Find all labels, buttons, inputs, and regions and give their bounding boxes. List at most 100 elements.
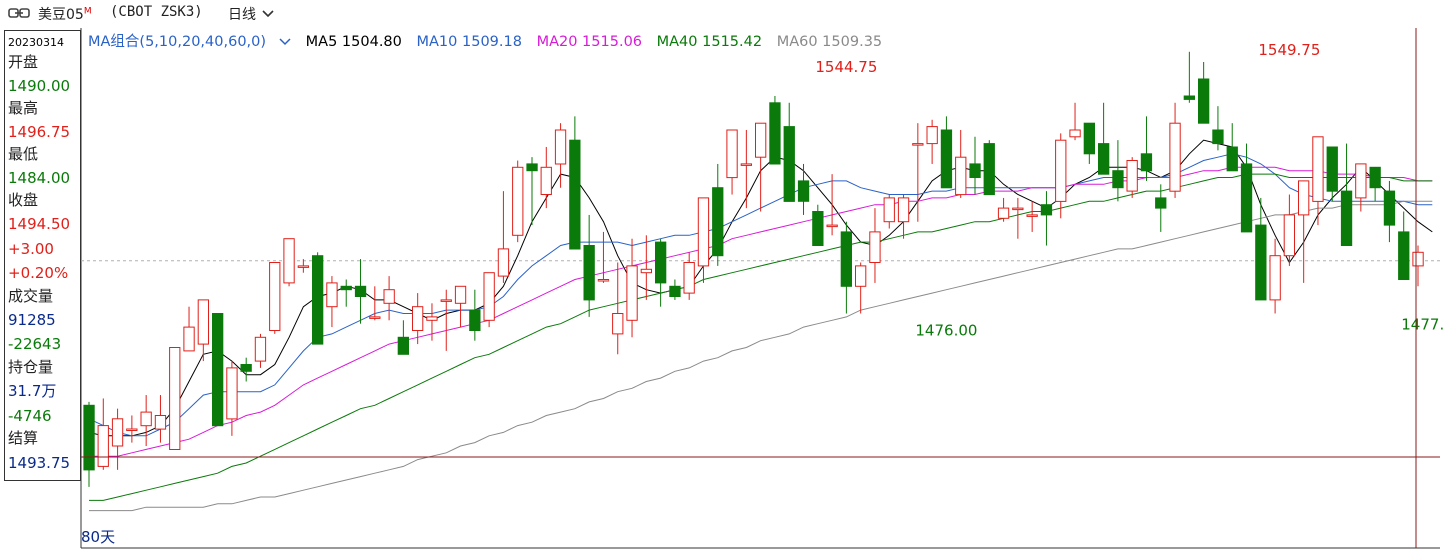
candle-body (540, 166, 552, 196)
candle-body (1340, 190, 1353, 247)
candle-body (583, 245, 595, 301)
candle-body (855, 265, 867, 287)
candle-body (740, 163, 753, 166)
candle-body (912, 143, 924, 146)
candle-body (955, 156, 967, 196)
candle-body (283, 238, 295, 284)
candle-body (1126, 160, 1138, 192)
candle-body (440, 299, 452, 302)
candle-body (1040, 204, 1053, 216)
candle-body (469, 309, 481, 332)
candle-body (726, 129, 738, 179)
candle-body (240, 364, 252, 372)
candle-body (97, 425, 109, 467)
candle-body (655, 241, 667, 284)
candle-body (1183, 95, 1195, 100)
candle-body (797, 180, 810, 202)
candle-body (926, 126, 938, 145)
candle-body (183, 326, 195, 352)
candle-body (1198, 78, 1210, 124)
candle-body (197, 299, 209, 345)
candle-body (1255, 224, 1267, 301)
candle-body (1055, 139, 1067, 202)
candle-body (683, 262, 695, 294)
candle-body (497, 248, 510, 277)
candle-body (569, 139, 581, 250)
candle-body (1155, 197, 1167, 209)
candle-body (769, 102, 781, 165)
price-annotation: 1544.75 (815, 58, 877, 76)
candle-body (597, 279, 610, 282)
candle-body (212, 313, 224, 427)
candle-body (1069, 129, 1081, 138)
candle-body (969, 163, 981, 178)
candle-body (1212, 129, 1224, 145)
candle-body (840, 231, 853, 287)
candle-body (1398, 231, 1410, 280)
candle-body (154, 415, 167, 430)
candle-body (369, 316, 381, 319)
candle-body (111, 418, 124, 447)
candle-body (1383, 190, 1396, 226)
ma-line-ma40 (89, 173, 1433, 501)
candle-body (426, 316, 438, 321)
candle-body (755, 122, 767, 158)
candle-body (1226, 146, 1238, 172)
candle-body (1355, 163, 1367, 199)
candle-body (1083, 122, 1095, 155)
candle-body (340, 285, 352, 291)
candle-body (169, 347, 181, 450)
candle-body (554, 129, 567, 165)
candle-body (1269, 255, 1281, 301)
days-label: 80天 (81, 528, 116, 546)
candle-body (983, 143, 995, 196)
candle-body (640, 268, 653, 274)
candle-body (226, 367, 238, 420)
candle-body (397, 336, 410, 355)
candle-body (669, 285, 681, 297)
candle-body (83, 404, 95, 471)
candle-body (512, 166, 524, 236)
candle-body (1012, 207, 1024, 211)
candle-body (1112, 170, 1124, 189)
candle-body (1240, 163, 1253, 233)
candle-body (826, 224, 838, 228)
candle-body (1026, 214, 1038, 217)
candle-body (1326, 146, 1338, 192)
candle-body (312, 255, 324, 345)
candle-body (483, 272, 495, 321)
candle-body (326, 282, 338, 308)
price-annotation: 1477.75 (1401, 316, 1444, 334)
candle-body (126, 428, 138, 431)
candle-body (526, 163, 538, 172)
candle-body (1312, 136, 1324, 202)
candle-body (254, 336, 267, 362)
candle-body (812, 211, 824, 246)
candle-body (1298, 180, 1310, 216)
candle-body (140, 411, 152, 427)
price-annotation: 1476.00 (915, 322, 977, 340)
candle-body (354, 285, 367, 297)
candle-body (269, 262, 281, 331)
candle-body (940, 129, 953, 189)
candlestick-chart[interactable]: 1544.75 1549.75 1476.00 1477.75 (0, 0, 1444, 555)
candle-body (1369, 166, 1381, 189)
candle-body (454, 285, 467, 304)
candle-body (1169, 122, 1181, 192)
candle-body (1098, 143, 1110, 175)
candle-body (626, 265, 638, 321)
candle-body (1140, 153, 1153, 172)
candle-body (712, 187, 724, 257)
candle-body (412, 306, 424, 332)
candle-body (1283, 214, 1295, 257)
candle-body (783, 126, 795, 202)
candle-body (897, 197, 910, 223)
candle-body (869, 231, 881, 263)
candle-body (883, 197, 895, 223)
candle-body (383, 289, 395, 304)
candle-body (297, 265, 310, 268)
candle-body (697, 197, 710, 267)
candle-body (997, 207, 1010, 219)
candle-body (612, 313, 624, 335)
candle-body (1412, 251, 1424, 267)
